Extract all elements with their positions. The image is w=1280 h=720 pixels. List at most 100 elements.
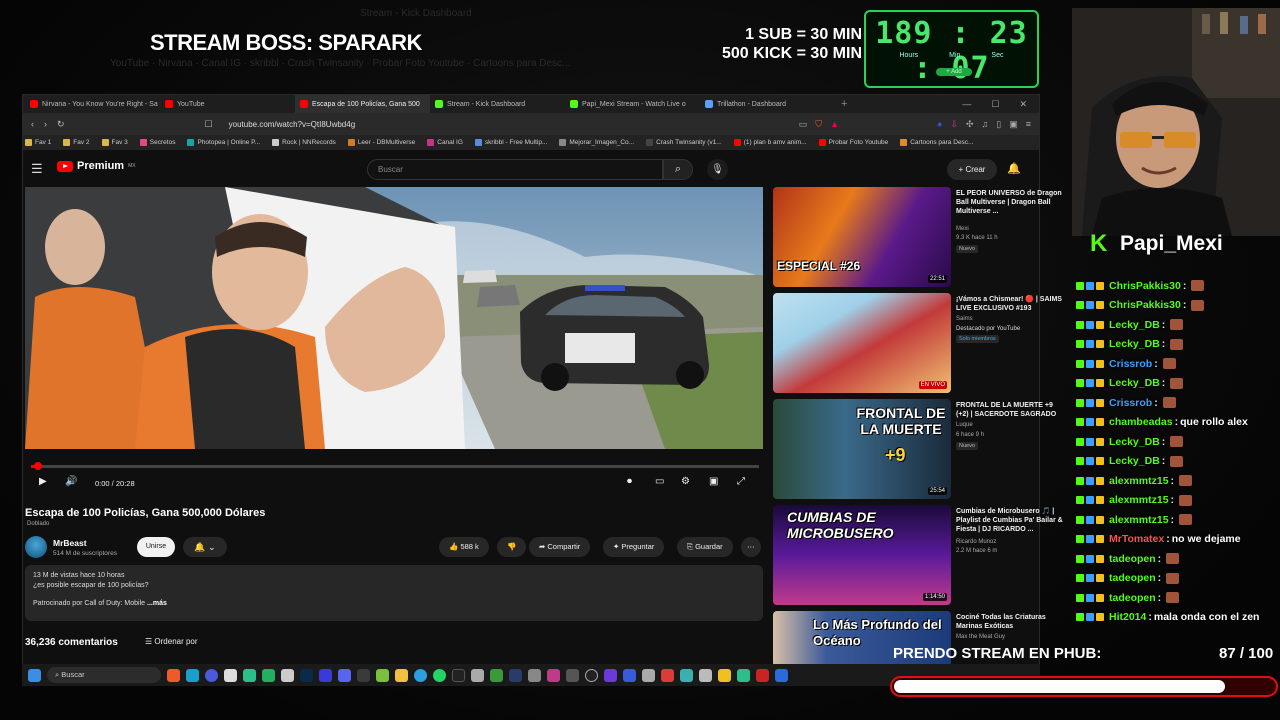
chat-username[interactable]: ChrisPakkis30	[1109, 280, 1181, 292]
chat-username[interactable]: Hit2014	[1109, 611, 1146, 623]
hamburger-menu-icon[interactable]: ☰	[31, 161, 43, 177]
bookmark-item[interactable]: Photopea | Online P...	[187, 139, 260, 146]
photoshop-icon[interactable]	[300, 668, 313, 682]
app-icon[interactable]	[623, 668, 636, 682]
chat-username[interactable]: Lecky_DB	[1109, 338, 1160, 350]
timer-add-button[interactable]: + Add	[936, 68, 972, 76]
more-actions-button[interactable]: ⋯	[741, 537, 761, 557]
recommendation-item[interactable]: ESPECIAL #26 22:51 EL PEOR UNIVERSO de D…	[773, 187, 1073, 287]
bookmark-item[interactable]: Cartoons para Desc...	[900, 139, 973, 146]
bookmark-item[interactable]: (1) plan b amv anim...	[733, 139, 807, 146]
bookmark-item[interactable]: Probar Foto Youtube	[818, 139, 888, 146]
brave-rewards-icon[interactable]: ▲	[830, 119, 839, 130]
recommendation-thumbnail[interactable]: FRONTAL DE LA MUERTE +9 25:54	[773, 399, 951, 499]
app-icon[interactable]	[471, 668, 484, 682]
show-more-link[interactable]: ...más	[147, 600, 167, 607]
chat-username[interactable]: Crissrob	[1109, 397, 1152, 409]
sidebar-icon[interactable]: ▯	[996, 119, 1001, 130]
dislike-button[interactable]: 👎	[497, 537, 527, 557]
voice-search-button[interactable]: 🎙	[707, 159, 728, 180]
app-icon[interactable]	[699, 668, 712, 682]
app-icon[interactable]	[680, 668, 693, 682]
app-icon[interactable]	[490, 668, 503, 682]
recommendation-item[interactable]: CUMBIAS DE MICROBUSERO 1:14:50 Cumbias d…	[773, 505, 1073, 605]
edge-icon[interactable]	[186, 668, 199, 682]
bookmark-item[interactable]: Leer - DBMultiverse	[347, 139, 415, 146]
app-icon[interactable]	[756, 668, 769, 682]
search-button[interactable]: ⌕	[663, 159, 693, 180]
chat-username[interactable]: MrTomatex	[1109, 533, 1164, 545]
app-icon[interactable]	[376, 668, 389, 682]
bookmark-item[interactable]: Mejorar_Imagen_Co...	[559, 139, 634, 146]
progress-bar[interactable]	[31, 462, 759, 470]
recommendation-title[interactable]: FRONTAL DE LA MUERTE +9 (+2) | SACERDOTE…	[956, 401, 1066, 419]
chat-username[interactable]: chambeadas	[1109, 416, 1173, 428]
app-icon[interactable]	[224, 668, 237, 682]
forward-icon[interactable]: ›	[44, 119, 47, 129]
url-field[interactable]: youtube.com/watch?v=QtI8Uwbd4g	[229, 120, 356, 129]
app-icon[interactable]	[262, 668, 275, 682]
ask-button[interactable]: ✦ Preguntar	[603, 537, 665, 557]
miniplayer-icon[interactable]: ▣	[709, 476, 718, 487]
app-icon[interactable]	[661, 668, 674, 682]
recommendation-title[interactable]: Cociné Todas las Criaturas Marinas Exóti…	[956, 613, 1066, 631]
app-icon[interactable]	[281, 668, 294, 682]
close-icon[interactable]: ✕	[1019, 99, 1027, 110]
tab-nirvana[interactable]: Nirvana - You Know You're Right - Sa	[25, 95, 160, 113]
puzzle-icon[interactable]: ✣	[966, 119, 974, 130]
obs-icon[interactable]	[585, 668, 598, 682]
brave-shield-icon[interactable]: ⛉	[815, 119, 822, 130]
save-button[interactable]: ⎘ Guardar	[677, 537, 733, 557]
bookmark-item[interactable]: skribbl - Free Multip...	[474, 139, 547, 146]
chat-username[interactable]: alexmmtz15	[1109, 514, 1169, 526]
volume-icon[interactable]: 🔊	[65, 476, 77, 487]
recommendation-thumbnail[interactable]: CUMBIAS DE MICROBUSERO 1:14:50	[773, 505, 951, 605]
youtube-logo[interactable]: Premium MX	[57, 160, 136, 172]
bookmark-item[interactable]: Fav 3	[101, 139, 128, 146]
new-tab-icon[interactable]: +	[835, 98, 853, 110]
tab-youtube[interactable]: YouTube	[160, 95, 295, 113]
telegram-icon[interactable]	[414, 668, 427, 682]
discord-icon[interactable]	[338, 668, 351, 682]
minimize-icon[interactable]: —	[962, 99, 971, 110]
extension-icon[interactable]: ●	[937, 119, 942, 130]
chat-username[interactable]: tadeopen	[1109, 592, 1156, 604]
video-player[interactable]	[25, 187, 763, 449]
like-button[interactable]: 👍 588 k	[439, 537, 489, 557]
play-icon[interactable]: ▶	[39, 476, 47, 487]
bookmark-item[interactable]: Canal IG	[427, 139, 463, 146]
brave-icon[interactable]	[167, 668, 180, 682]
app-icon[interactable]	[357, 668, 370, 682]
search-input[interactable]: Buscar	[367, 159, 663, 180]
channel-avatar[interactable]	[25, 536, 47, 558]
recommendation-item[interactable]: EN VIVO ¡Vámos a Chismear! 🔴 | SAIMS LIV…	[773, 293, 1073, 393]
sort-button[interactable]: ☰ Ordenar por	[145, 637, 198, 646]
app-icon[interactable]	[319, 668, 332, 682]
bookmark-item[interactable]: Crash Twinsanity (v1...	[646, 139, 722, 146]
bookmark-item[interactable]: Rock | NNRecords	[272, 139, 336, 146]
app-icon[interactable]	[528, 668, 541, 682]
app-icon[interactable]	[509, 668, 522, 682]
wallet-icon[interactable]: ▣	[1009, 119, 1018, 130]
bookmark-icon[interactable]: ☐	[205, 119, 213, 130]
chat-username[interactable]: Lecky_DB	[1109, 436, 1160, 448]
chat-username[interactable]: Lecky_DB	[1109, 319, 1160, 331]
app-icon[interactable]	[243, 668, 256, 682]
recommendation-title[interactable]: Cumbias de Microbusero 🎵 | Playlist de C…	[956, 507, 1066, 534]
recommendation-title[interactable]: EL PEOR UNIVERSO de Dragon Ball Multiver…	[956, 189, 1066, 216]
tab-kick-dashboard[interactable]: Stream - Kick Dashboard	[430, 95, 565, 113]
folder-icon[interactable]	[395, 668, 408, 682]
tab-current-video[interactable]: Escapa de 100 Policías, Gana 500	[295, 95, 430, 113]
app-icon[interactable]	[775, 668, 788, 682]
chat-username[interactable]: Crissrob	[1109, 358, 1152, 370]
recommendation-title[interactable]: ¡Vámos a Chismear! 🔴 | SAIMS LIVE EXCLUS…	[956, 295, 1066, 313]
recommendation-thumbnail[interactable]: EN VIVO	[773, 293, 951, 393]
back-icon[interactable]: ‹	[31, 119, 34, 129]
download-icon[interactable]: ⇩	[950, 119, 958, 130]
app-icon[interactable]	[547, 668, 560, 682]
chat-username[interactable]: alexmmtz15	[1109, 475, 1169, 487]
notifications-bell-icon[interactable]: 🔔	[1007, 162, 1021, 175]
bookmark-item[interactable]: Secretos	[139, 139, 175, 146]
join-button[interactable]: Unirse	[137, 537, 175, 557]
recommendation-thumbnail[interactable]: ESPECIAL #26 22:51	[773, 187, 951, 287]
